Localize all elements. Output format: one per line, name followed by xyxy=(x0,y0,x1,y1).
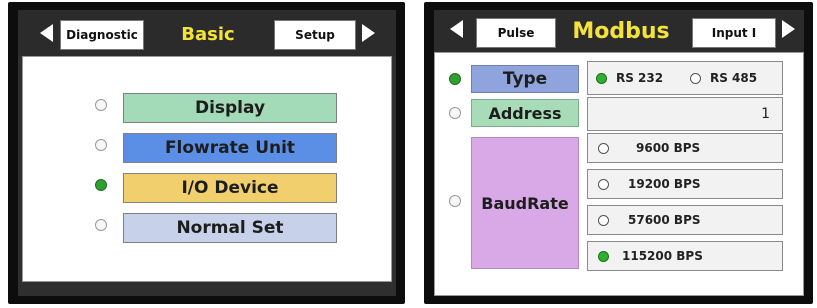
baud-115200-label: 115200 BPS xyxy=(622,249,703,263)
baud-19200-box[interactable]: 19200 BPS xyxy=(587,169,783,199)
next-arrow-icon[interactable] xyxy=(362,24,375,42)
right-header: Pulse Modbus Input I xyxy=(434,10,804,52)
baud-57600-box[interactable]: 57600 BPS xyxy=(587,205,783,235)
baud-9600-label: 9600 BPS xyxy=(636,141,701,155)
setup-tab-button[interactable]: Setup xyxy=(274,20,356,50)
left-content: Display Flowrate Unit I/O Device Normal … xyxy=(22,56,392,282)
display-button[interactable]: Display xyxy=(123,93,337,123)
rs232-label: RS 232 xyxy=(616,71,664,85)
baud-115200-radio[interactable] xyxy=(598,251,609,262)
baud-19200-radio[interactable] xyxy=(598,179,609,190)
io-device-radio[interactable] xyxy=(95,179,107,191)
pulse-tab-button[interactable]: Pulse xyxy=(476,18,556,48)
right-device: Pulse Modbus Input I Type RS 232 RS 485 … xyxy=(424,2,813,304)
right-screen: Pulse Modbus Input I Type RS 232 RS 485 … xyxy=(434,10,804,296)
baudrate-radio[interactable] xyxy=(449,195,461,207)
type-label-button[interactable]: Type xyxy=(471,65,579,93)
left-screen: Diagnostic Basic Setup Display Flowrate … xyxy=(18,10,396,296)
display-radio[interactable] xyxy=(95,99,107,111)
rs232-radio[interactable] xyxy=(596,73,607,84)
baudrate-label-button[interactable]: BaudRate xyxy=(471,137,579,269)
type-radio[interactable] xyxy=(449,73,461,85)
baud-9600-box[interactable]: 9600 BPS xyxy=(587,133,783,163)
baud-19200-label: 19200 BPS xyxy=(628,177,701,191)
normal-set-radio[interactable] xyxy=(95,219,107,231)
flowrate-unit-button[interactable]: Flowrate Unit xyxy=(123,133,337,163)
type-options-box: RS 232 RS 485 xyxy=(587,61,783,95)
normal-set-button[interactable]: Normal Set xyxy=(123,213,337,243)
page-title: Basic xyxy=(181,23,235,45)
next-arrow-icon[interactable] xyxy=(782,20,795,38)
rs485-radio[interactable] xyxy=(690,73,701,84)
prev-arrow-icon[interactable] xyxy=(450,20,463,38)
baud-9600-radio[interactable] xyxy=(598,143,609,154)
rs485-label: RS 485 xyxy=(710,71,758,85)
address-label-button[interactable]: Address xyxy=(471,99,579,127)
io-device-button[interactable]: I/O Device xyxy=(123,173,337,203)
prev-arrow-icon[interactable] xyxy=(40,24,53,42)
page-title: Modbus xyxy=(572,18,670,44)
left-device: Diagnostic Basic Setup Display Flowrate … xyxy=(8,2,405,304)
input-tab-button[interactable]: Input I xyxy=(692,18,776,48)
baud-57600-label: 57600 BPS xyxy=(628,213,701,227)
address-value: 1 xyxy=(761,106,770,122)
left-header: Diagnostic Basic Setup xyxy=(18,10,396,56)
address-radio[interactable] xyxy=(449,107,461,119)
right-content: Type RS 232 RS 485 Address 1 BaudRate 96… xyxy=(434,52,804,296)
baud-115200-box[interactable]: 115200 BPS xyxy=(587,241,783,271)
diagnostic-tab-button[interactable]: Diagnostic xyxy=(60,20,144,50)
baud-57600-radio[interactable] xyxy=(598,215,609,226)
flowrate-unit-radio[interactable] xyxy=(95,139,107,151)
address-value-box[interactable]: 1 xyxy=(587,97,783,131)
